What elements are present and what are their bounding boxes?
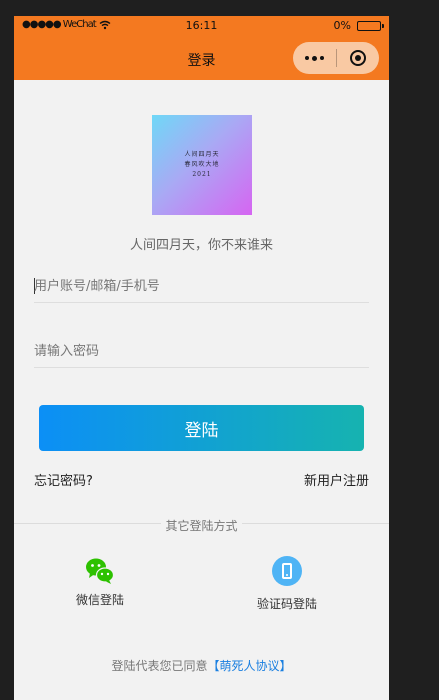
register-link[interactable]: 新用户注册	[304, 470, 369, 489]
account-field	[34, 269, 369, 303]
logo-line-2: 春风吹大地	[184, 161, 220, 168]
login-button[interactable]: 登陆	[39, 405, 364, 451]
top-bar: ●●●●● WeChat 16:11 0% 登录	[14, 16, 389, 80]
logo-line-3: 2021	[192, 171, 212, 178]
other-login-label: 其它登陆方式	[161, 519, 242, 533]
status-right: 0%	[333, 19, 384, 32]
account-input[interactable]	[34, 269, 369, 303]
phone-screen: ●●●●● WeChat 16:11 0% 登录 人间四月天 春风吹大地 202…	[14, 16, 389, 700]
agreement-prefix: 登陆代表您已同意	[111, 659, 208, 673]
password-field	[34, 334, 369, 368]
agreement-link[interactable]: 【萌死人协议】	[208, 659, 292, 673]
sms-code-login-button[interactable]: 验证码登陆	[257, 556, 317, 612]
mobile-phone-icon	[272, 556, 302, 586]
wechat-login-button[interactable]: 微信登陆	[76, 557, 124, 608]
wechat-icon	[86, 558, 115, 584]
more-dots-icon	[304, 55, 324, 61]
slogan: 人间四月天，你不来谁来	[129, 238, 273, 253]
battery-icon	[357, 20, 384, 31]
agreement-notice: 登陆代表您已同意【萌死人协议】	[14, 657, 389, 674]
logo-image: 人间四月天 春风吹大地 2021	[152, 115, 252, 215]
more-menu-button[interactable]	[293, 42, 336, 74]
battery-percent: 0%	[333, 19, 351, 32]
status-bar: ●●●●● WeChat 16:11 0%	[14, 16, 389, 36]
target-icon	[349, 50, 366, 66]
other-login-title: 其它登陆方式	[14, 515, 389, 534]
mini-program-capsule	[293, 42, 379, 74]
sms-code-login-label: 验证码登陆	[257, 597, 318, 611]
wechat-login-label: 微信登陆	[76, 593, 125, 607]
forgot-password-link[interactable]: 忘记密码?	[34, 470, 93, 489]
password-input[interactable]	[34, 334, 369, 368]
logo-line-1: 人间四月天	[184, 151, 220, 158]
close-mini-program-button[interactable]	[336, 42, 379, 74]
